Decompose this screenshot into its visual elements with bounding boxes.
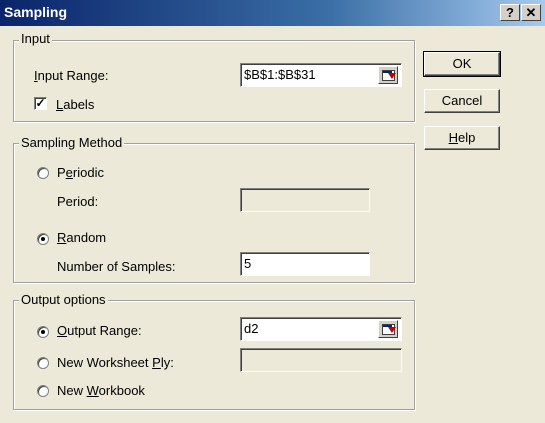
new-worksheet-ply-field[interactable] <box>240 348 402 372</box>
input-range-value: $B$1:$B$31 <box>244 67 316 82</box>
random-radio[interactable] <box>37 233 49 245</box>
output-options-legend: Output options <box>19 292 108 307</box>
new-worksheet-ply-label: New Worksheet Ply: <box>57 355 174 370</box>
periodic-radio[interactable] <box>37 167 49 179</box>
new-worksheet-ply-radio[interactable] <box>37 357 49 369</box>
random-label: Random <box>57 230 107 245</box>
labels-checkbox[interactable]: ✓ <box>34 97 47 110</box>
dialog-title: Sampling <box>4 4 68 20</box>
help-question-button[interactable]: ? <box>500 4 520 21</box>
close-button[interactable]: ✕ <box>521 4 541 21</box>
new-workbook-label: New Workbook <box>57 383 145 398</box>
help-button[interactable]: Help <box>424 126 500 150</box>
periodic-label: Periodic <box>57 165 104 180</box>
cancel-button[interactable]: Cancel <box>424 89 500 113</box>
title-bar[interactable]: Sampling ? ✕ <box>0 0 545 26</box>
period-field[interactable] <box>240 188 370 212</box>
number-of-samples-field[interactable]: 5 <box>240 252 370 276</box>
labels-label: Labels <box>56 97 95 112</box>
period-label: Period: <box>57 194 99 209</box>
number-of-samples-label: Number of Samples: <box>57 259 176 274</box>
sampling-method-legend: Sampling Method <box>19 135 125 150</box>
input-range-collapse-button[interactable] <box>378 66 398 84</box>
input-group-legend: Input <box>19 31 52 46</box>
input-range-label-rest: nput Range: <box>37 68 109 83</box>
output-range-label: Output Range: <box>57 323 142 338</box>
new-workbook-radio[interactable] <box>37 385 49 397</box>
output-range-collapse-button[interactable] <box>378 320 398 338</box>
ok-button[interactable]: OK <box>423 51 501 77</box>
output-range-radio[interactable] <box>37 326 49 338</box>
input-range-label: Input Range: <box>34 68 109 83</box>
